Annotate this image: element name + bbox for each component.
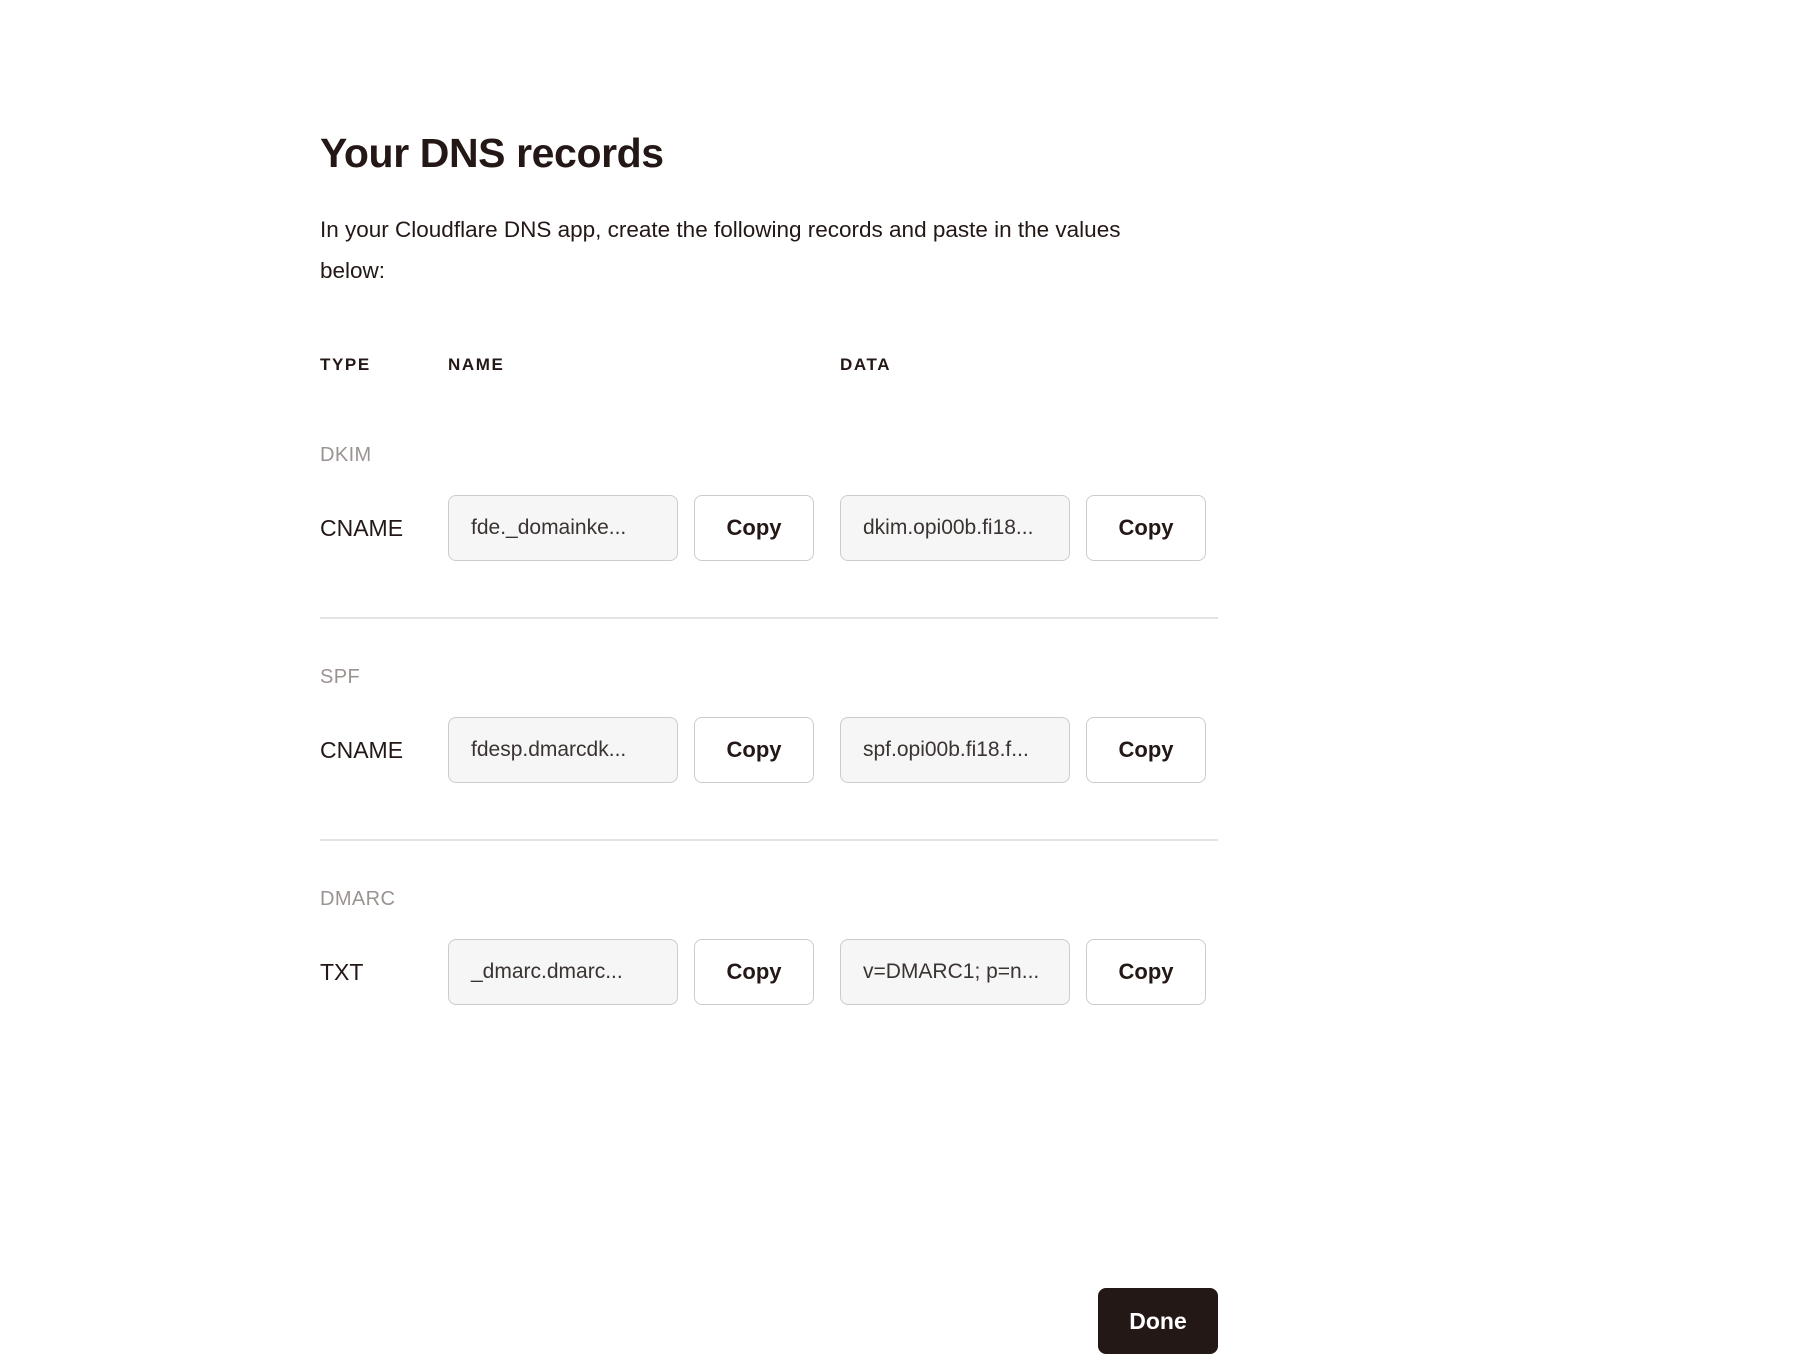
column-header-data: DATA	[840, 355, 892, 374]
copy-data-button-dkim[interactable]: Copy	[1086, 495, 1206, 561]
record-section-spf: SPF CNAME fdesp.dmarcdk... Copy spf.opi0…	[320, 619, 1420, 841]
name-field-group-dmarc: _dmarc.dmarc... Copy	[448, 939, 840, 1005]
copy-data-button-spf[interactable]: Copy	[1086, 717, 1206, 783]
section-label-dkim: DKIM	[320, 444, 372, 466]
page-header: Your DNS records In your Cloudflare DNS …	[320, 0, 1220, 291]
data-value-spf[interactable]: spf.opi00b.fi18.f...	[840, 717, 1070, 783]
record-type-spf: CNAME	[320, 736, 404, 763]
record-section-dkim: DKIM CNAME fde._domainke... Copy dkim.op…	[320, 395, 1420, 619]
table-row: CNAME fdesp.dmarcdk... Copy spf.opi00b.f…	[320, 717, 1420, 783]
data-field-group-spf: spf.opi00b.fi18.f... Copy	[840, 717, 1206, 783]
table-header-row: TYPE NAME DATA	[320, 355, 1420, 395]
footer-actions: Done	[320, 1288, 1218, 1354]
record-section-dmarc: DMARC TXT _dmarc.dmarc... Copy v=DMARC1;…	[320, 841, 1420, 1005]
record-type-dkim: CNAME	[320, 514, 404, 541]
column-header-name: NAME	[448, 355, 505, 374]
name-value-spf[interactable]: fdesp.dmarcdk...	[448, 717, 678, 783]
table-row: CNAME fde._domainke... Copy dkim.opi00b.…	[320, 495, 1420, 561]
data-value-dmarc[interactable]: v=DMARC1; p=n...	[840, 939, 1070, 1005]
copy-name-button-dmarc[interactable]: Copy	[694, 939, 814, 1005]
name-field-group-spf: fdesp.dmarcdk... Copy	[448, 717, 840, 783]
record-type-dmarc: TXT	[320, 958, 364, 985]
name-field-group-dkim: fde._domainke... Copy	[448, 495, 840, 561]
page-intro-text: In your Cloudflare DNS app, create the f…	[320, 217, 1121, 284]
section-label-dmarc: DMARC	[320, 888, 396, 910]
dns-records-table: TYPE NAME DATA DKIM CNAME fde._domainke.…	[320, 355, 1420, 1005]
column-header-type: TYPE	[320, 355, 371, 374]
name-value-dkim[interactable]: fde._domainke...	[448, 495, 678, 561]
copy-data-button-dmarc[interactable]: Copy	[1086, 939, 1206, 1005]
copy-name-button-spf[interactable]: Copy	[694, 717, 814, 783]
done-button[interactable]: Done	[1098, 1288, 1218, 1354]
dns-records-page: Your DNS records In your Cloudflare DNS …	[0, 0, 1820, 1365]
page-title: Your DNS records	[320, 130, 664, 176]
table-row: TXT _dmarc.dmarc... Copy v=DMARC1; p=n..…	[320, 939, 1420, 1005]
data-field-group-dmarc: v=DMARC1; p=n... Copy	[840, 939, 1206, 1005]
section-label-spf: SPF	[320, 666, 361, 688]
data-value-dkim[interactable]: dkim.opi00b.fi18...	[840, 495, 1070, 561]
name-value-dmarc[interactable]: _dmarc.dmarc...	[448, 939, 678, 1005]
copy-name-button-dkim[interactable]: Copy	[694, 495, 814, 561]
data-field-group-dkim: dkim.opi00b.fi18... Copy	[840, 495, 1206, 561]
